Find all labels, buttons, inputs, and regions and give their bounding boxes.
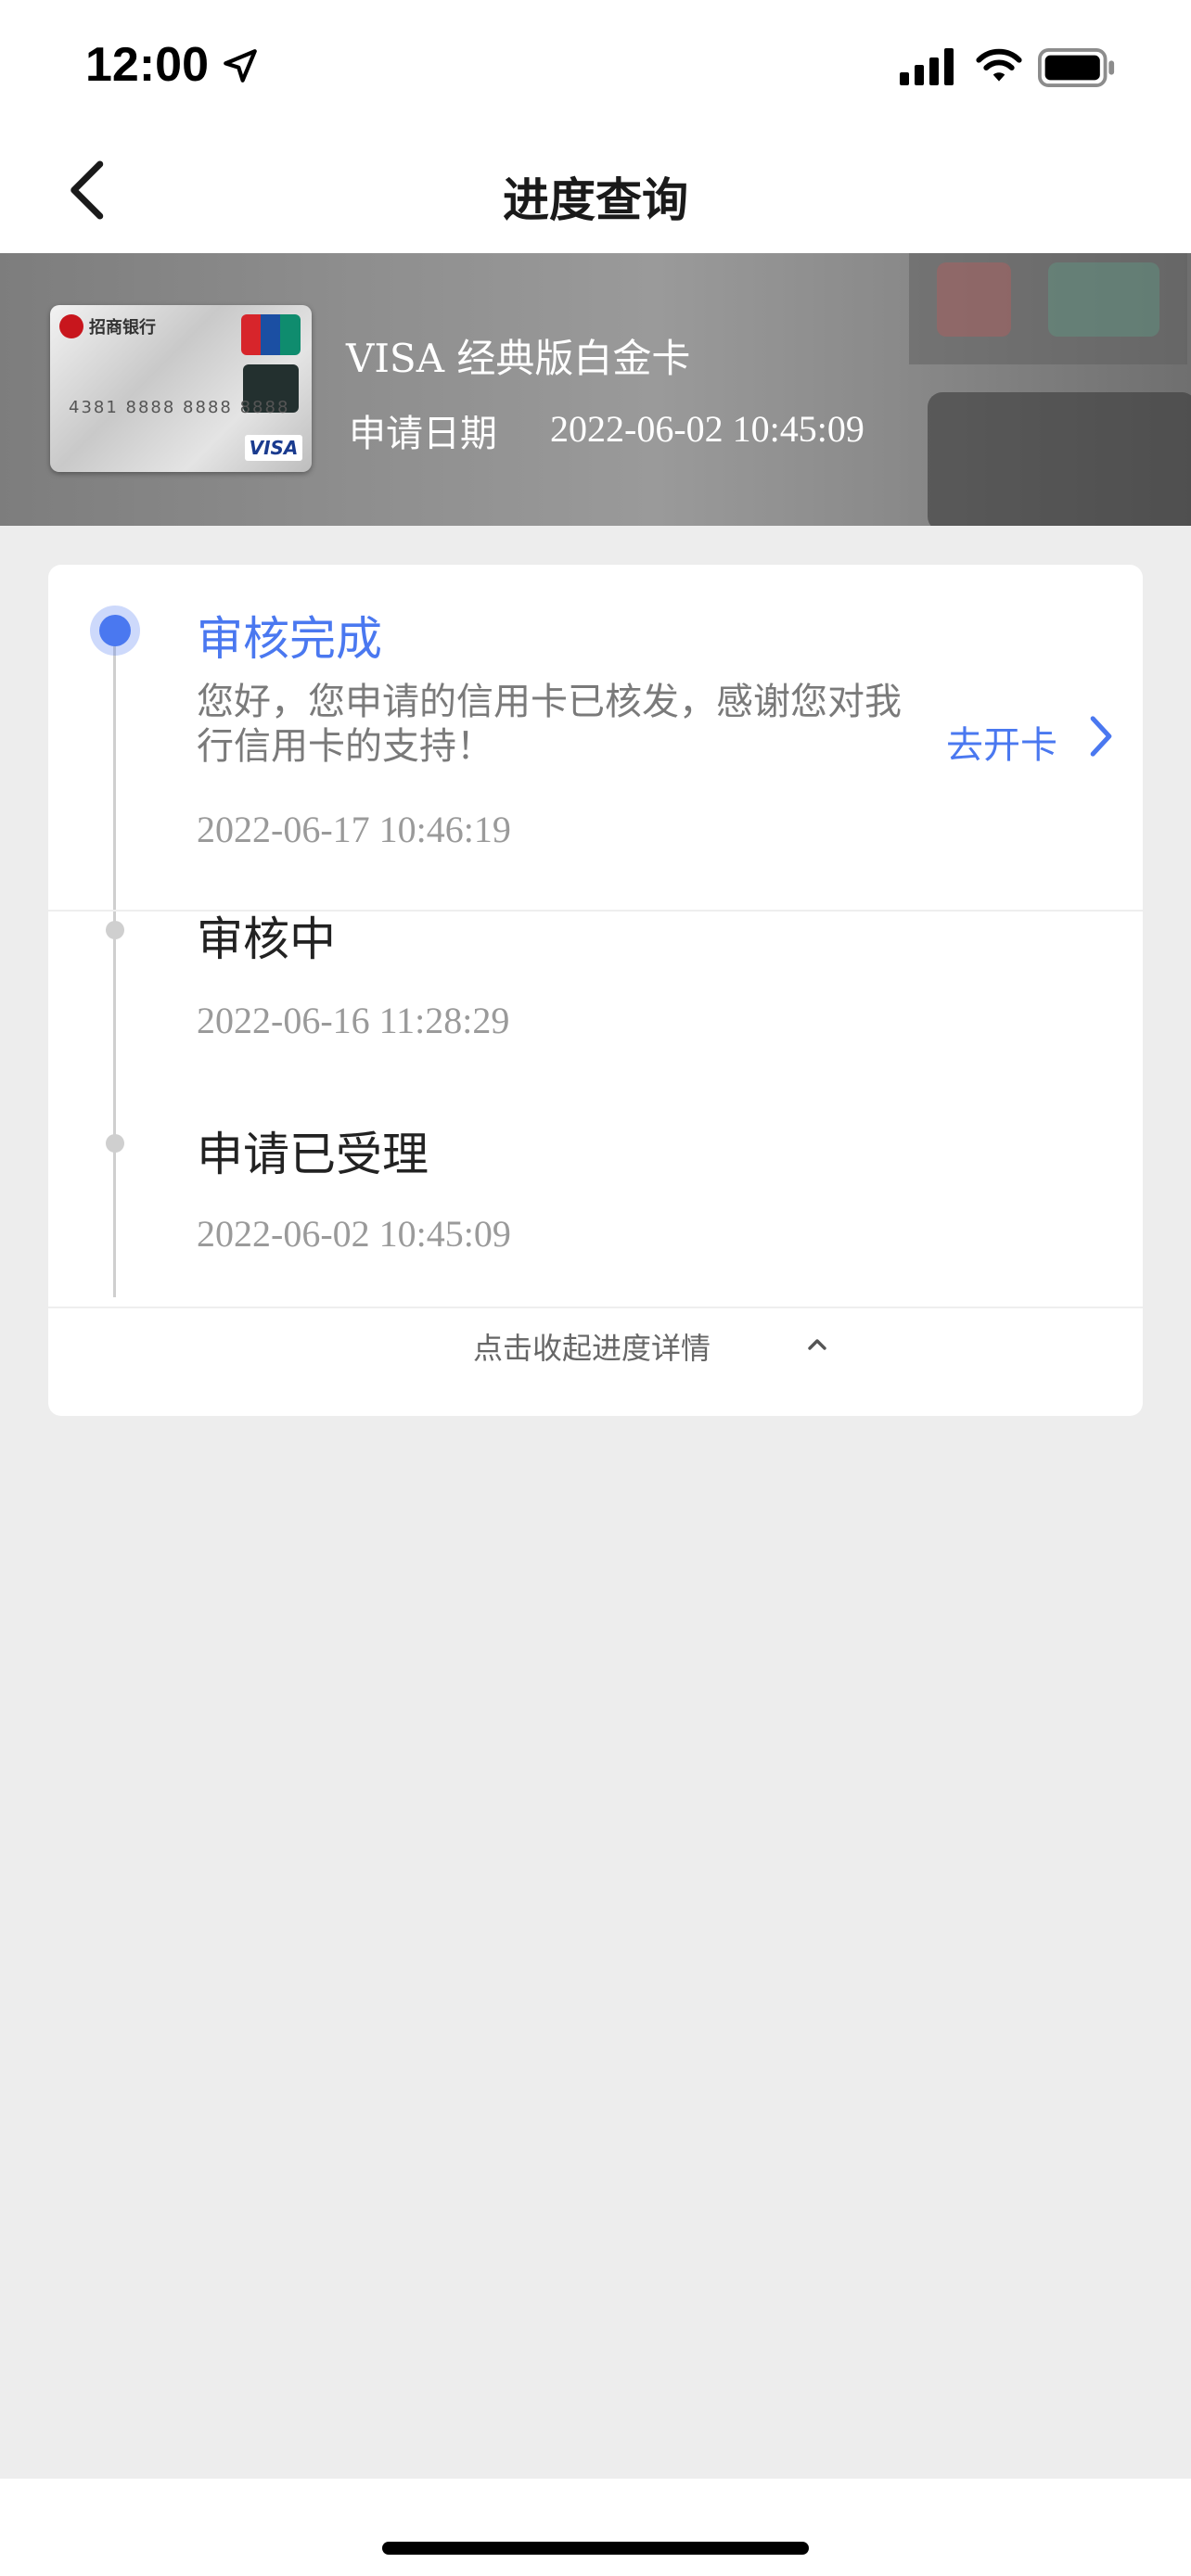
step-time: 2022-06-17 10:46:19 <box>197 809 511 850</box>
battery-icon <box>1038 48 1115 87</box>
nav-bar: 进度查询 <box>0 130 1191 253</box>
chevron-right-icon[interactable] <box>1087 713 1115 759</box>
signal-icon <box>900 48 954 85</box>
chevron-up-icon <box>808 1339 826 1350</box>
step-time: 2022-06-16 11:28:29 <box>197 1000 510 1041</box>
activate-card-link[interactable]: 去开卡 <box>946 715 1057 769</box>
step-title: 申请已受理 <box>197 1128 429 1181</box>
banner-background-shape <box>1048 262 1159 337</box>
collapse-label: 点击收起进度详情 <box>473 1331 711 1366</box>
home-indicator-area <box>0 2479 1191 2576</box>
step-time: 2022-06-02 10:45:09 <box>197 1213 511 1255</box>
timeline-dot-active-inner <box>99 615 131 646</box>
credit-card-image: 招商银行 4381 8888 8888 8888 VISA <box>50 305 312 472</box>
banner-background-shape <box>937 262 1011 337</box>
card-bank-name: 招商银行 <box>89 318 156 338</box>
bank-logo-icon <box>59 314 83 338</box>
card-banner: 招商银行 4381 8888 8888 8888 VISA VISA 经典版白金… <box>0 253 1191 526</box>
apply-date-value: 2022-06-02 10:45:09 <box>550 408 864 450</box>
card-number: 4381 8888 8888 8888 <box>69 398 290 417</box>
status-bar: 12:00 <box>0 0 1191 130</box>
timeline-dot <box>106 921 124 939</box>
banner-background-shape <box>928 392 1191 526</box>
unionpay-logo-icon <box>241 314 301 355</box>
page-title: 进度查询 <box>503 173 688 227</box>
status-time: 12:00 <box>85 38 209 92</box>
collapse-progress-button[interactable]: 点击收起进度详情 <box>48 1307 1143 1416</box>
location-arrow-icon <box>224 49 257 83</box>
apply-date-label: 申请日期 <box>349 413 497 455</box>
visa-logo: VISA <box>245 435 302 461</box>
home-indicator[interactable] <box>382 2542 809 2555</box>
card-product-name: VISA 经典版白金卡 <box>346 336 691 381</box>
progress-card: 审核完成 您好，您申请的信用卡已核发，感谢您对我行信用卡的支持！ 去开卡 202… <box>48 565 1143 1416</box>
step-description: 您好，您申请的信用卡已核发，感谢您对我行信用卡的支持！ <box>197 681 902 768</box>
timeline-line <box>113 630 116 1297</box>
timeline-dot <box>106 1134 124 1153</box>
timeline-dot-active <box>90 606 140 656</box>
wifi-icon <box>976 48 1022 82</box>
step-title: 审核完成 <box>197 612 382 666</box>
step-title: 审核中 <box>197 912 336 966</box>
